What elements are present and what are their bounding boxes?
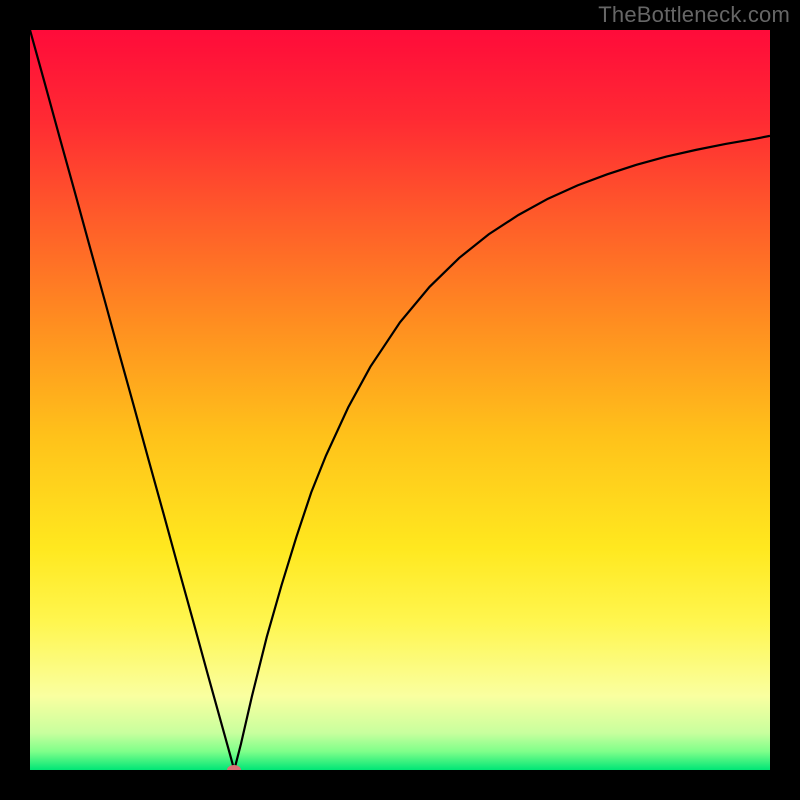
vertex-marker bbox=[227, 765, 241, 770]
gradient-background bbox=[30, 30, 770, 770]
watermark-text: TheBottleneck.com bbox=[598, 2, 790, 28]
chart-svg bbox=[30, 30, 770, 770]
chart-frame: TheBottleneck.com bbox=[0, 0, 800, 800]
plot-area bbox=[30, 30, 770, 770]
